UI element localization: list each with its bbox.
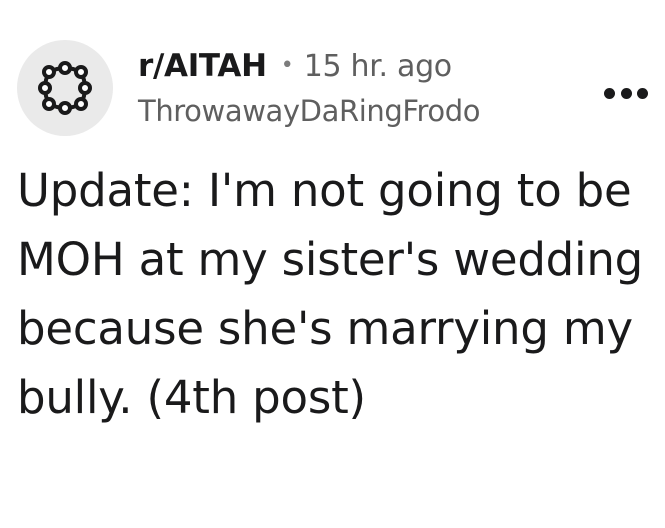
post-header: r/AITAH • 15 hr. ago ThrowawayDaRingFrod… xyxy=(17,40,648,140)
more-dot xyxy=(620,87,632,99)
post-title[interactable]: Update: I'm not going to be MOH at my si… xyxy=(17,156,657,432)
meta-separator: • xyxy=(280,53,294,78)
post-timestamp: 15 hr. ago xyxy=(303,49,452,84)
more-dot xyxy=(604,87,615,99)
subreddit-ring-icon xyxy=(38,61,92,115)
post-meta-line: r/AITAH • 15 hr. ago xyxy=(138,48,480,90)
more-dot xyxy=(637,87,648,99)
subreddit-avatar[interactable] xyxy=(17,40,113,136)
author-username[interactable]: ThrowawayDaRingFrodo xyxy=(138,94,481,128)
post-meta: r/AITAH • 15 hr. ago ThrowawayDaRingFrod… xyxy=(138,48,481,128)
subreddit-link[interactable]: r/AITAH xyxy=(138,48,267,84)
more-options-icon[interactable] xyxy=(604,85,648,101)
